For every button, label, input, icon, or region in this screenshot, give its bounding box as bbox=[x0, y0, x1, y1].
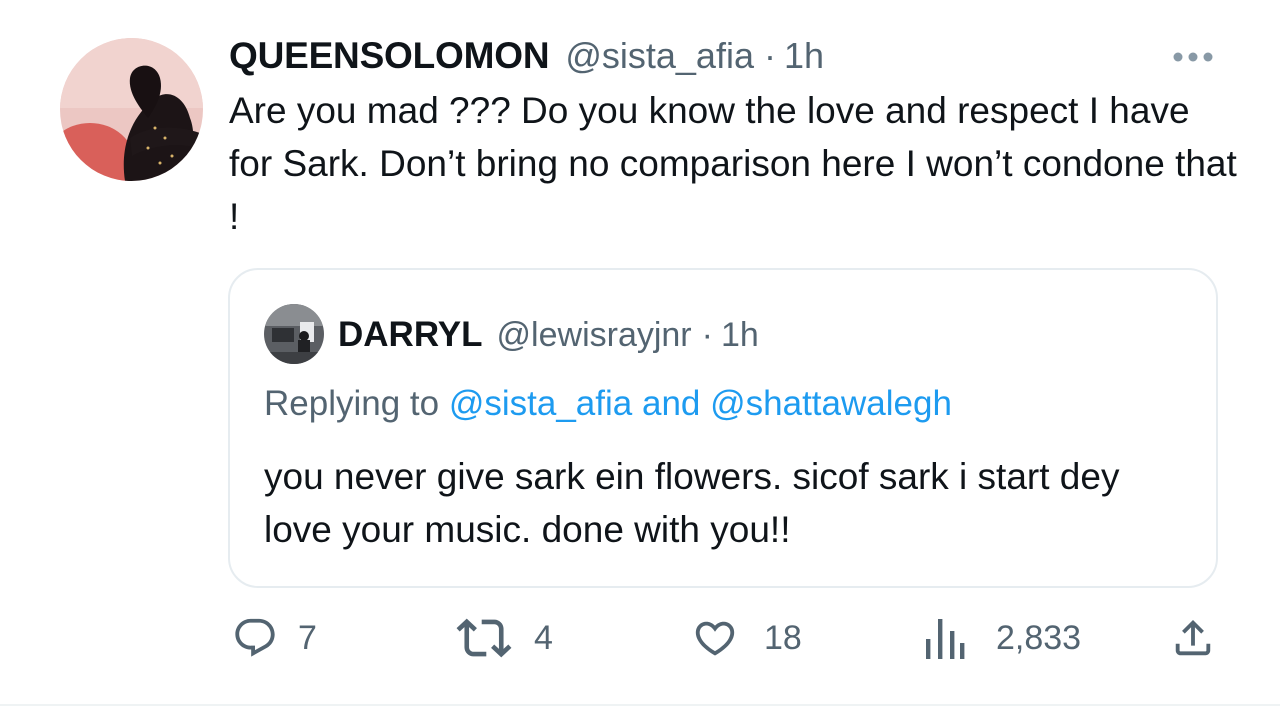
quoted-tweet-header: DARRYL @lewisrayjnr · 1h bbox=[338, 308, 759, 362]
replying-to-label: Replying to bbox=[264, 384, 440, 423]
quoted-author-handle[interactable]: @lewisrayjnr bbox=[497, 316, 692, 355]
quoted-tweet-timestamp[interactable]: 1h bbox=[721, 316, 759, 355]
replying-to-line: Replying to @sista_afia and @shattawaleg… bbox=[264, 384, 952, 424]
tweet-header: QUEENSOLOMON @sista_afia · 1h bbox=[229, 30, 824, 82]
reply-mention-shattawalegh[interactable]: @shattawalegh bbox=[710, 384, 952, 423]
reply-count: 7 bbox=[298, 618, 317, 657]
reply-mention-conjunction: and bbox=[641, 384, 701, 423]
like-count: 18 bbox=[764, 618, 802, 657]
tweet-action-bar: 7 4 18 2,833 bbox=[0, 608, 1280, 668]
tweet-timestamp[interactable]: 1h bbox=[784, 35, 824, 77]
views-count: 2,833 bbox=[996, 618, 1082, 657]
author-display-name[interactable]: QUEENSOLOMON bbox=[229, 35, 550, 77]
retweet-button[interactable]: 4 bbox=[456, 608, 553, 668]
share-button[interactable] bbox=[1170, 608, 1216, 668]
more-horizontal-icon[interactable] bbox=[1168, 42, 1218, 72]
like-button[interactable]: 18 bbox=[692, 608, 802, 668]
author-avatar[interactable] bbox=[60, 38, 203, 181]
heart-icon bbox=[692, 615, 738, 661]
tweet[interactable]: QUEENSOLOMON @sista_afia · 1h Are you ma… bbox=[0, 0, 1280, 706]
retweet-count: 4 bbox=[534, 618, 553, 657]
meta-separator: · bbox=[763, 35, 776, 76]
author-handle[interactable]: @sista_afia bbox=[565, 35, 754, 77]
quoted-tweet-text: you never give sark ein flowers. sicof s… bbox=[264, 456, 1120, 550]
views-button[interactable]: 2,833 bbox=[924, 608, 1081, 668]
quoted-tweet[interactable]: DARRYL @lewisrayjnr · 1h Replying to @si… bbox=[228, 268, 1218, 588]
reply-icon bbox=[232, 615, 278, 661]
quoted-author-display-name[interactable]: DARRYL bbox=[338, 315, 483, 355]
reply-button[interactable]: 7 bbox=[232, 608, 317, 668]
quoted-meta-separator: · bbox=[701, 315, 713, 354]
reply-mention-sista-afia[interactable]: @sista_afia bbox=[449, 384, 632, 423]
quoted-author-avatar[interactable] bbox=[264, 304, 324, 364]
retweet-icon bbox=[456, 615, 512, 661]
views-icon bbox=[924, 615, 966, 661]
share-icon bbox=[1170, 615, 1216, 661]
tweet-text: Are you mad ??? Do you know the love and… bbox=[229, 90, 1237, 237]
